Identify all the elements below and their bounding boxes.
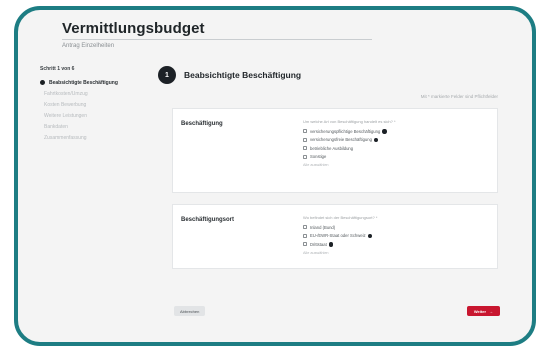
step-header: 1 Beabsichtigte Beschäftigung [158,64,498,86]
checkbox[interactable] [303,146,307,151]
action-bar: Abbrechen Weiter → [158,306,500,320]
sidebar-item-label: Zusammenfassung [44,134,87,141]
info-icon[interactable] [328,242,334,247]
checkbox-option[interactable]: versicherungspflichtige Beschäftigung [303,127,387,136]
checkbox[interactable] [303,233,307,238]
sidebar-item-label: Weitere Leistungen [44,112,87,119]
options-list: versicherungspflichtige Beschäftigung ve… [303,127,387,167]
info-icon[interactable] [373,137,379,142]
section-label: Beschäftigung [181,121,223,127]
checkbox-option[interactable]: Sonstige [303,153,387,162]
checkbox[interactable] [303,225,307,230]
checkbox[interactable] [303,242,307,247]
option-label: betriebliche Ausbildung [310,145,354,151]
page-title: Vermittlungsbudget [62,20,205,37]
option-label: Inland (Bund) [310,224,336,230]
option-label: versicherungsfreie Beschäftigung [310,137,372,143]
active-step-dot-icon [40,80,45,85]
sidebar-item-fahrtkosten[interactable]: Fahrtkosten/Umzug [40,88,150,99]
checkbox-option[interactable]: EU-/EWR-Staat oder Schweiz [303,232,373,241]
sidebar-item-label: Bankdaten [44,123,68,130]
step-sidebar: Schritt 1 von 6 Beabsichtigte Beschäftig… [40,66,150,143]
step-title: Beabsichtigte Beschäftigung [184,70,302,80]
next-button-label: Weiter [473,308,486,314]
section-question: Wo befindet sich der Beschäftigungsort? … [303,215,378,220]
header-divider [62,39,372,40]
required-fields-note: Mit * markierte Felder sind Pflichtfelde… [420,94,498,99]
options-list: Inland (Bund) EU-/EWR-Staat oder Schweiz… [303,223,373,255]
option-label: EU-/EWR-Staat oder Schweiz [310,233,366,239]
checkbox[interactable] [303,129,307,134]
section-label: Beschäftigungsort [181,217,235,223]
info-icon[interactable] [367,233,373,238]
cancel-button[interactable]: Abbrechen [174,306,206,316]
select-all-link[interactable]: Alle auswählen [303,251,372,255]
next-button[interactable]: Weiter → [466,306,500,316]
sidebar-item-bewerbung[interactable]: Kosten Bewerbung [40,99,150,110]
checkbox-option[interactable]: versicherungsfreie Beschäftigung [303,136,387,145]
arrow-right-icon: → [489,308,493,314]
checkbox-option[interactable]: Drittstaat [303,240,372,249]
page-subtitle: Antrag Einzelheiten [62,43,115,49]
sidebar-item-zusammenfassung[interactable]: Zusammenfassung [40,132,150,143]
option-label: versicherungspflichtige Beschäftigung [310,128,381,134]
option-label: Sonstige [310,154,327,160]
option-label: Drittstaat [310,241,327,247]
select-all-link[interactable]: Alle auswählen [303,163,387,167]
info-icon[interactable] [382,129,387,134]
checkbox[interactable] [303,137,307,142]
step-number-badge: 1 [158,66,176,84]
checkbox-option[interactable]: Inland (Bund) [303,223,372,232]
checkbox-option[interactable]: betriebliche Ausbildung [303,144,387,153]
section-card-beschaeftigung: Beschäftigung Um welche Art von Beschäft… [172,108,498,193]
step-count: Schritt 1 von 6 [40,66,75,72]
main-content: 1 Beabsichtigte Beschäftigung Mit * mark… [158,64,498,269]
section-question: Um welche Art von Beschäftigung handelt … [303,119,396,124]
section-card-beschaeftigungsort: Beschäftigungsort Wo befindet sich der B… [172,204,498,269]
sidebar-item-bankdaten[interactable]: Bankdaten [40,121,150,132]
sidebar-item-label: Kosten Bewerbung [44,101,87,108]
sidebar-item-label: Fahrtkosten/Umzug [44,90,88,97]
sidebar-item-weitere[interactable]: Weitere Leistungen [40,110,150,121]
sidebar-item-label: Beabsichtigte Beschäftigung [49,79,118,86]
checkbox[interactable] [303,154,307,159]
sidebar-item-beschaeftigung[interactable]: Beabsichtigte Beschäftigung [40,77,150,88]
